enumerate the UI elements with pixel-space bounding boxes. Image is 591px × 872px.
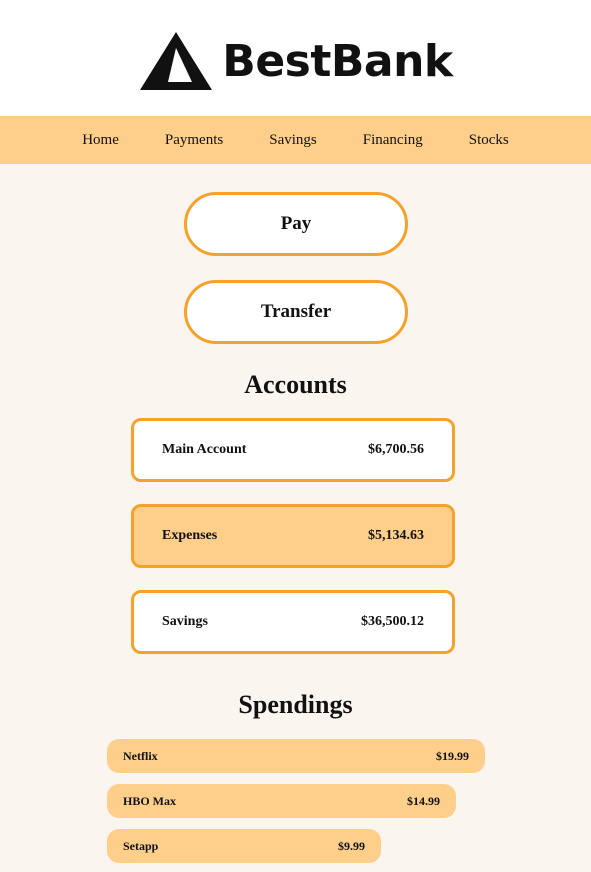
spendings-title: Spendings	[238, 690, 353, 719]
accounts-title: Accounts	[244, 370, 347, 399]
header: BestBank	[0, 0, 591, 116]
spending-hbo-max: HBO Max $14.99	[107, 784, 456, 818]
spending-amount: $14.99	[407, 793, 440, 808]
pay-button[interactable]: Pay	[184, 192, 408, 256]
account-name: Expenses	[162, 528, 218, 543]
account-balance: $6,700.56	[368, 442, 424, 457]
spending-name: Netflix	[123, 748, 158, 763]
account-main[interactable]: Main Account $6,700.56	[131, 418, 455, 482]
account-balance: $5,134.63	[368, 528, 424, 543]
account-balance: $36,500.12	[361, 614, 424, 629]
bank-logo[interactable]: BestBank	[138, 30, 453, 92]
account-expenses[interactable]: Expenses $5,134.63	[131, 504, 455, 568]
main-content: Pay Transfer Accounts Main Account $6,70…	[0, 164, 591, 872]
account-savings[interactable]: Savings $36,500.12	[131, 590, 455, 654]
nav-item-stocks[interactable]: Stocks	[446, 132, 532, 149]
spending-setapp: Setapp $9.99	[107, 829, 381, 863]
main-nav: Home Payments Savings Financing Stocks	[0, 116, 591, 164]
nav-item-home[interactable]: Home	[59, 132, 142, 149]
spending-name: Setapp	[123, 838, 159, 853]
account-name: Main Account	[162, 442, 247, 457]
spending-name: HBO Max	[123, 793, 176, 808]
spending-amount: $19.99	[436, 748, 469, 763]
transfer-button[interactable]: Transfer	[184, 280, 408, 344]
brand-name: BestBank	[222, 35, 453, 87]
account-name: Savings	[162, 614, 208, 629]
nav-item-financing[interactable]: Financing	[340, 132, 446, 149]
triangle-logo-icon	[138, 30, 214, 92]
spending-amount: $9.99	[338, 838, 365, 853]
spending-netflix: Netflix $19.99	[107, 739, 485, 773]
nav-item-savings[interactable]: Savings	[246, 132, 340, 149]
nav-item-payments[interactable]: Payments	[142, 132, 246, 149]
